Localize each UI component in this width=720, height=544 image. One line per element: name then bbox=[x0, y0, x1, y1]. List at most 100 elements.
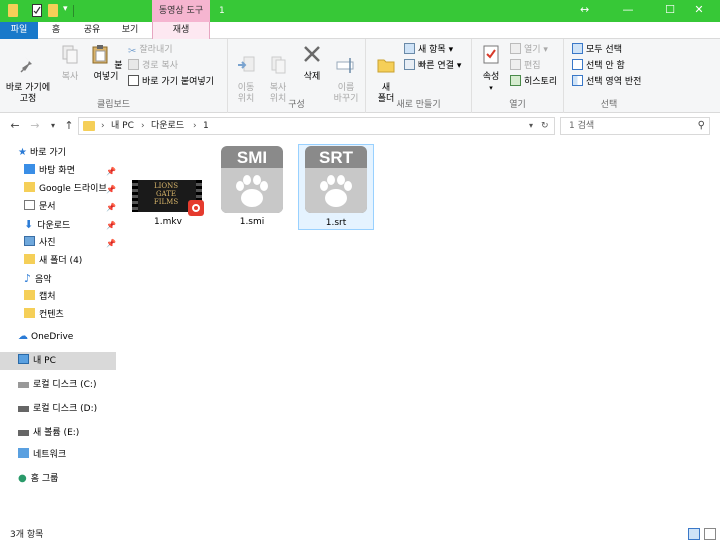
video-tools-context-tab[interactable]: 동영상 도구 bbox=[152, 0, 210, 22]
new-folder-button[interactable]: 새 폴더 bbox=[370, 43, 402, 105]
breadcrumb-separator[interactable]: › bbox=[101, 118, 105, 134]
new-item-label: 새 항목 bbox=[418, 45, 446, 55]
new-item-button[interactable]: 새 항목 ▾ bbox=[404, 43, 453, 58]
history-button[interactable]: 히스토리 bbox=[510, 75, 557, 90]
edit-label: 편집 bbox=[524, 61, 541, 71]
nav-network[interactable]: 네트워크 bbox=[18, 446, 66, 464]
search-icon: ⚲ bbox=[697, 120, 705, 131]
properties-button[interactable]: 속성 ▾ bbox=[476, 43, 506, 94]
nav-item-new-folder-4[interactable]: 새 폴더 (4) bbox=[24, 252, 82, 270]
minimize-button[interactable]: — bbox=[607, 0, 649, 22]
new-folder-quick-icon[interactable] bbox=[48, 4, 58, 17]
search-placeholder: 1 검색 bbox=[569, 121, 595, 131]
copy-button[interactable]: 복사 bbox=[56, 43, 84, 83]
tab-file[interactable]: 파일 bbox=[0, 22, 38, 39]
paste-button[interactable]: 붙여넣기 bbox=[86, 43, 126, 83]
nav-quick-access-label: 바로 가기 bbox=[29, 148, 66, 158]
nav-item-capture[interactable]: 캡처 bbox=[24, 288, 56, 306]
address-bar[interactable]: › 내 PC › 다운로드 › 1 ▾ ↻ bbox=[78, 117, 555, 135]
nav-item-pictures[interactable]: 사진 bbox=[24, 234, 56, 252]
clipboard-group: 바로 가기에 고정 복사 붙여넣기 ✂ 잘라내기 경로 복사 바로 가기 붙여넣기… bbox=[0, 39, 228, 113]
homegroup-icon: ● bbox=[18, 473, 27, 484]
open-group-label: 열기 bbox=[509, 100, 526, 110]
music-note-icon: ♪ bbox=[24, 272, 32, 285]
select-none-icon bbox=[572, 59, 583, 70]
cut-button[interactable]: ✂ 잘라내기 bbox=[128, 43, 173, 58]
nav-item-google-drive[interactable]: Google 드라이브 bbox=[24, 180, 107, 198]
copy-path-button[interactable]: 경로 복사 bbox=[128, 59, 178, 74]
nav-this-pc[interactable]: 내 PC bbox=[0, 352, 116, 370]
srt-subtitle-icon: SRT bbox=[305, 146, 367, 213]
pin-icon[interactable]: 📌 bbox=[106, 185, 116, 194]
pin-icon[interactable]: 📌 bbox=[106, 203, 116, 212]
nav-homegroup[interactable]: ● 홈 그룹 bbox=[18, 470, 58, 488]
delete-button[interactable]: 삭제 bbox=[298, 43, 326, 83]
tab-home[interactable]: 홈 bbox=[46, 22, 66, 39]
select-all-icon bbox=[572, 43, 583, 54]
refresh-icon[interactable]: ↻ bbox=[541, 118, 549, 134]
forward-button[interactable]: → bbox=[28, 119, 42, 133]
open-button[interactable]: 열기 ▾ bbox=[510, 43, 548, 58]
easy-access-label: 빠른 연결 bbox=[418, 61, 454, 71]
nav-item-downloads[interactable]: ⬇ 다운로드 bbox=[24, 216, 70, 234]
file-item[interactable]: SMI 1.smi bbox=[214, 144, 290, 230]
address-dropdown-icon[interactable]: ▾ bbox=[529, 118, 533, 134]
back-button[interactable]: ← bbox=[8, 119, 22, 133]
nav-drive-label: 로컬 디스크 (C:) bbox=[33, 380, 97, 390]
copy-icon bbox=[62, 45, 78, 64]
pin-icon[interactable]: 📌 bbox=[106, 239, 116, 248]
scissors-icon: ✂ bbox=[128, 46, 137, 57]
nav-item-label: 바탕 화면 bbox=[39, 166, 75, 176]
nav-drive-d[interactable]: 로컬 디스크 (D:) bbox=[18, 400, 97, 418]
new-item-icon bbox=[404, 43, 415, 54]
select-all-button[interactable]: 모두 선택 bbox=[572, 43, 622, 58]
nav-item-music[interactable]: ♪ 음악 bbox=[24, 270, 52, 288]
nav-onedrive[interactable]: ☁ OneDrive bbox=[18, 328, 73, 346]
details-view-icon[interactable] bbox=[688, 528, 700, 540]
rename-icon bbox=[336, 58, 354, 73]
recent-locations-button[interactable]: ▾ bbox=[46, 119, 60, 133]
tab-share[interactable]: 공유 bbox=[80, 22, 104, 39]
large-icons-view-icon[interactable] bbox=[704, 528, 716, 540]
nav-quick-access[interactable]: ★ 바로 가기 bbox=[18, 144, 66, 162]
computer-icon bbox=[18, 354, 29, 364]
easy-access-button[interactable]: 빠른 연결 ▾ bbox=[404, 59, 461, 74]
network-icon bbox=[18, 448, 29, 458]
nav-item-documents[interactable]: 문서 bbox=[24, 198, 56, 216]
breadcrumb-this-pc[interactable]: 내 PC bbox=[111, 118, 134, 134]
pin-icon[interactable]: 📌 bbox=[106, 167, 116, 176]
copy-path-label: 경로 복사 bbox=[142, 61, 178, 71]
resize-arrows-icon: ↔ bbox=[580, 3, 590, 16]
tab-view[interactable]: 보기 bbox=[118, 22, 142, 39]
search-box[interactable]: 1 검색 ⚲ bbox=[560, 117, 710, 135]
quick-access-dropdown-icon[interactable]: ▾ bbox=[63, 4, 68, 14]
edit-button[interactable]: 편집 bbox=[510, 59, 541, 74]
close-button[interactable]: ✕ bbox=[678, 0, 720, 22]
properties-quick-icon[interactable] bbox=[32, 4, 42, 17]
paste-shortcut-button[interactable]: 바로 가기 붙여넣기 bbox=[128, 75, 214, 90]
select-group-label: 선택 bbox=[600, 100, 618, 110]
select-none-button[interactable]: 선택 안 함 bbox=[572, 59, 625, 74]
paste-icon bbox=[92, 45, 108, 64]
desktop-icon bbox=[24, 164, 35, 174]
file-item[interactable]: SRT 1.srt bbox=[298, 144, 374, 230]
breadcrumb-downloads[interactable]: 다운로드 bbox=[151, 118, 184, 134]
nav-item-desktop[interactable]: 바탕 화면 bbox=[24, 162, 75, 180]
copy-to-button[interactable]: 복사 위치 bbox=[262, 43, 294, 105]
up-button[interactable]: ↑ bbox=[62, 119, 76, 133]
move-to-button[interactable]: 이동 위치 bbox=[230, 43, 262, 105]
rename-button[interactable]: 이름 바꾸기 bbox=[328, 43, 364, 105]
nav-item-label: 캡처 bbox=[39, 292, 56, 302]
breadcrumb-separator[interactable]: › bbox=[141, 118, 145, 134]
nav-drive-c[interactable]: 로컬 디스크 (C:) bbox=[18, 376, 96, 394]
breadcrumb-folder[interactable]: 1 bbox=[203, 118, 209, 134]
organize-group: 이동 위치 복사 위치 삭제 이름 바꾸기 구성 bbox=[228, 39, 366, 113]
file-item[interactable]: LIONS GATE FILMS 1.mkv bbox=[130, 144, 206, 230]
breadcrumb-separator[interactable]: › bbox=[193, 118, 197, 134]
nav-drive-e[interactable]: 새 볼륨 (E:) bbox=[18, 424, 79, 442]
pin-quick-access-button[interactable]: 바로 가기에 고정 bbox=[2, 43, 54, 105]
nav-item-contents[interactable]: 컨텐츠 bbox=[24, 306, 64, 324]
invert-selection-button[interactable]: 선택 영역 반전 bbox=[572, 75, 641, 90]
tab-play[interactable]: 재생 bbox=[152, 22, 210, 39]
pin-icon[interactable]: 📌 bbox=[106, 221, 116, 230]
